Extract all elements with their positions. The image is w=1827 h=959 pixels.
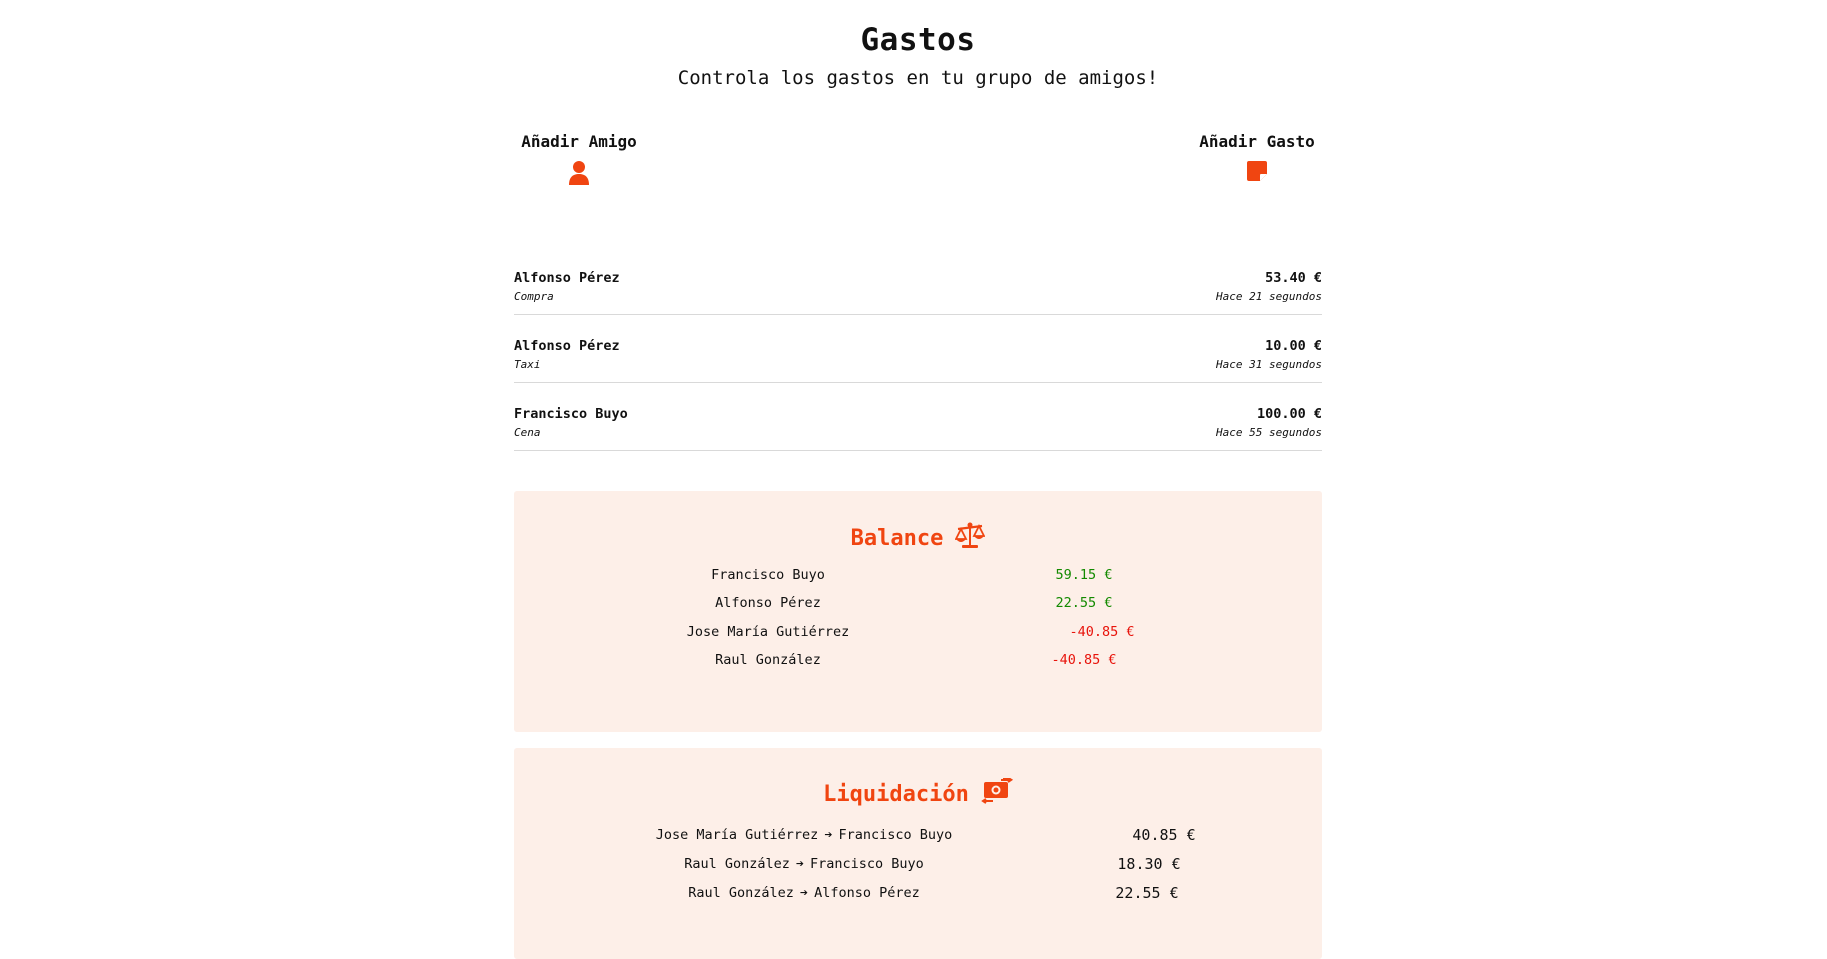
actions-bar: Añadir Amigo Añadir Gasto — [514, 132, 1322, 232]
settlement-row: Raul González ➔ Alfonso Pérez 22.55 € — [514, 883, 1322, 903]
expense-amount: 100.00 € — [1256, 406, 1322, 422]
balance-row: Raul González -40.85 € — [514, 650, 1322, 670]
settlement-transfer: Raul González ➔ Francisco Buyo — [594, 854, 1014, 874]
balance-name: Jose María Gutiérrez — [686, 624, 850, 640]
balance-panel: Balance Francisco Buyo 59.15 € Alfonso P… — [514, 491, 1322, 732]
settlement-to: Francisco Buyo — [838, 827, 953, 843]
balance-row: Francisco Buyo 59.15 € — [514, 565, 1322, 585]
arrow-right-icon: ➔ — [799, 885, 809, 901]
balance-amount: -40.85 € — [1051, 652, 1117, 668]
expense-item[interactable]: Alfonso Pérez Taxi 10.00 € Hace 31 segun… — [514, 324, 1322, 383]
add-friend-label: Añadir Amigo — [521, 132, 637, 151]
expense-description: Compra — [514, 290, 554, 303]
add-expense-button[interactable]: Añadir Gasto — [1192, 132, 1322, 190]
header: Gastos Controla los gastos en tu grupo d… — [514, 0, 1322, 90]
expense-item[interactable]: Alfonso Pérez Compra 53.40 € Hace 21 seg… — [514, 256, 1322, 315]
add-expense-label: Añadir Gasto — [1199, 132, 1315, 151]
arrow-right-icon: ➔ — [795, 856, 804, 872]
settlement-transfer: Jose María Gutiérrez ➔ Francisco Buyo — [594, 825, 1014, 845]
expense-list: Alfonso Pérez Compra 53.40 € Hace 21 seg… — [514, 256, 1322, 451]
balance-title: Balance — [514, 521, 1322, 557]
page: Gastos Controla los gastos en tu grupo d… — [0, 0, 1827, 959]
page-title: Gastos — [860, 22, 976, 58]
balance-row: Jose María Gutiérrez -40.85 € — [514, 622, 1322, 642]
expense-amount: 10.00 € — [1265, 338, 1322, 354]
balance-amount: 22.55 € — [1055, 595, 1113, 611]
settlement-amount: 40.85 € — [1132, 826, 1196, 844]
expense-description: Cena — [514, 426, 541, 439]
scale-balanced-icon — [954, 521, 986, 557]
expense-time: Hace 21 segundos — [1216, 290, 1322, 303]
settlement-amount: 18.30 € — [1117, 855, 1181, 873]
money-bill-transfer-icon — [981, 776, 1014, 812]
expense-payer: Francisco Buyo — [514, 406, 628, 422]
settlement-from: Raul González — [684, 856, 790, 872]
balance-name: Alfonso Pérez — [715, 595, 821, 611]
balance-amount: -40.85 € — [1069, 624, 1135, 640]
main-container: Gastos Controla los gastos en tu grupo d… — [514, 0, 1322, 959]
balance-title-text: Balance — [850, 526, 944, 551]
settlement-amount: 22.55 € — [1115, 884, 1179, 902]
settlement-to: Francisco Buyo — [810, 856, 924, 872]
expense-amount: 53.40 € — [1265, 270, 1322, 286]
expense-time: Hace 31 segundos — [1216, 358, 1322, 371]
liquidacion-title: Liquidación — [514, 776, 1322, 812]
expense-payer: Alfonso Pérez — [514, 270, 620, 286]
liquidacion-panel: Liquidación Jose María Gutiérrez ➔ Francis… — [514, 748, 1322, 959]
settlement-transfer: Raul González ➔ Alfonso Pérez — [594, 883, 1014, 903]
user-icon[interactable] — [514, 160, 644, 190]
add-friend-button[interactable]: Añadir Amigo — [514, 132, 644, 190]
expense-time: Hace 55 segundos — [1216, 426, 1322, 439]
balance-name: Raul González — [715, 652, 821, 668]
settlement-row: Jose María Gutiérrez ➔ Francisco Buyo 40.8… — [514, 825, 1322, 845]
expense-item[interactable]: Francisco Buyo Cena 100.00 € Hace 55 seg… — [514, 392, 1322, 451]
sticky-note-icon[interactable] — [1192, 160, 1322, 190]
settlement-from: Jose María Gutiérrez — [655, 827, 819, 843]
page-subtitle: Controla los gastos en tu grupo de amigo… — [677, 67, 1159, 89]
expense-payer: Alfonso Pérez — [514, 338, 620, 354]
liquidacion-title-text: Liquidación — [823, 782, 969, 807]
settlement-from: Raul González — [688, 885, 794, 901]
arrow-right-icon: ➔ — [824, 827, 833, 843]
settlement-to: Alfonso Pérez — [814, 885, 920, 901]
expense-description: Taxi — [514, 358, 541, 371]
balance-name: Francisco Buyo — [711, 567, 825, 583]
balance-amount: 59.15 € — [1055, 567, 1113, 583]
settlement-row: Raul González ➔ Francisco Buyo 18.30 € — [514, 854, 1322, 874]
balance-row: Alfonso Pérez 22.55 € — [514, 593, 1322, 613]
